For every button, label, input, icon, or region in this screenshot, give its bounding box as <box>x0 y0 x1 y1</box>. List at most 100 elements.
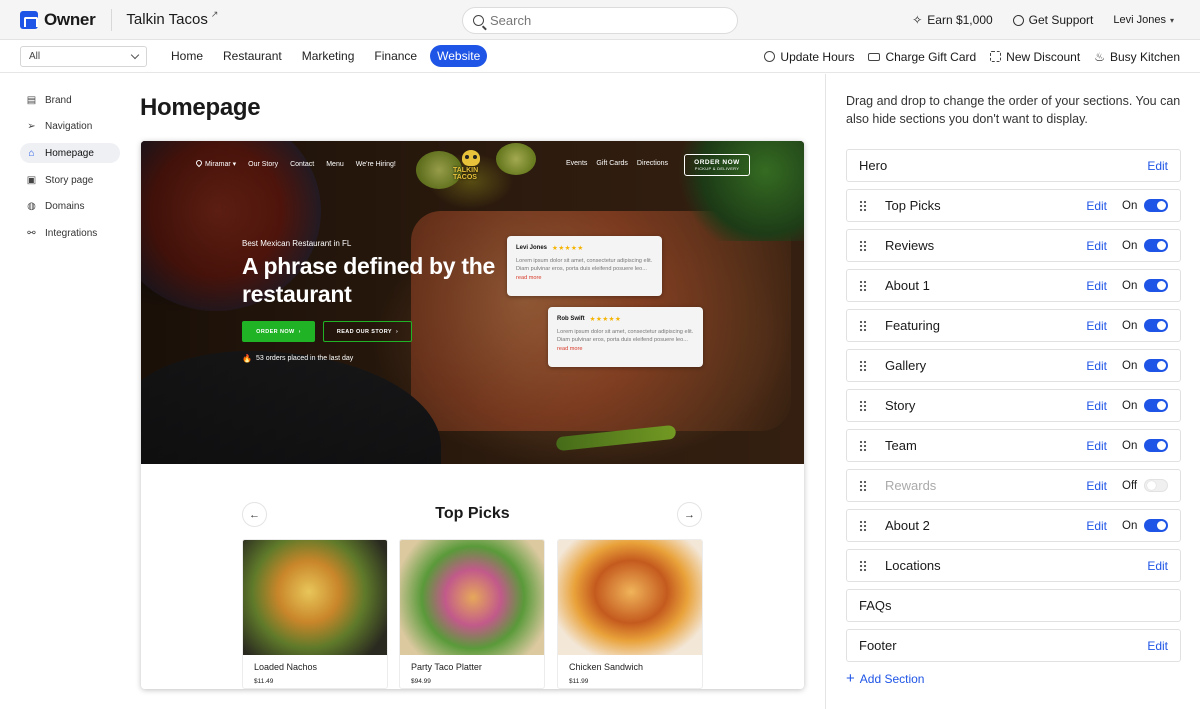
site-nav-directions[interactable]: Directions <box>637 160 668 167</box>
visibility-toggle[interactable] <box>1144 439 1168 452</box>
new-discount-button[interactable]: New Discount <box>990 50 1080 64</box>
edit-link[interactable]: Edit <box>1086 439 1107 453</box>
restaurant-link[interactable]: Talkin Tacos ↗ <box>126 9 218 28</box>
site-nav-contact[interactable]: Contact <box>290 161 314 168</box>
location-select[interactable]: All <box>20 45 147 67</box>
visibility-toggle[interactable] <box>1144 359 1168 372</box>
visibility-toggle[interactable] <box>1144 199 1168 212</box>
visibility-toggle[interactable] <box>1144 279 1168 292</box>
visibility-toggle[interactable] <box>1144 519 1168 532</box>
sidebar-item-integrations[interactable]: ⚯ Integrations <box>20 223 120 243</box>
visibility-toggle[interactable] <box>1144 479 1168 492</box>
drag-handle-icon[interactable] <box>859 279 867 292</box>
pick-card[interactable]: Party Taco Platter $94.99 <box>399 539 545 689</box>
section-name: Reviews <box>885 238 935 253</box>
site-nav-gift-cards[interactable]: Gift Cards <box>596 160 628 167</box>
section-row-featuring[interactable]: Featuring Edit On <box>846 309 1181 342</box>
section-row-rewards[interactable]: Rewards Edit Off <box>846 469 1181 502</box>
site-logo[interactable]: TALKIN TACOS <box>453 147 489 183</box>
section-name: Locations <box>885 558 941 573</box>
site-nav-menu[interactable]: Menu <box>326 161 344 168</box>
section-row-reviews[interactable]: Reviews Edit On <box>846 229 1181 262</box>
busy-kitchen-button[interactable]: ♨ Busy Kitchen <box>1094 50 1180 64</box>
update-hours-button[interactable]: Update Hours <box>764 50 854 64</box>
edit-link[interactable]: Edit <box>1147 639 1168 653</box>
charge-gift-card-button[interactable]: Charge Gift Card <box>868 50 976 64</box>
pick-name: Loaded Nachos <box>254 662 318 672</box>
section-row-gallery[interactable]: Gallery Edit On <box>846 349 1181 382</box>
hero-story-button[interactable]: READ OUR STORY › <box>323 321 412 342</box>
logo-text: Owner <box>44 9 96 29</box>
sidebar-item-navigation[interactable]: ➢ Navigation <box>20 117 120 137</box>
section-row-locations[interactable]: Locations Edit <box>846 549 1181 582</box>
section-name: Gallery <box>885 358 927 373</box>
tab-restaurant[interactable]: Restaurant <box>216 45 289 67</box>
drag-handle-icon[interactable] <box>859 519 867 532</box>
drag-handle-icon[interactable] <box>859 439 867 452</box>
section-row-top-picks[interactable]: Top Picks Edit On <box>846 189 1181 222</box>
section-name: About 2 <box>885 518 930 533</box>
pick-card[interactable]: Chicken Sandwich $11.99 <box>557 539 703 689</box>
pick-card[interactable]: Loaded Nachos $11.49 <box>242 539 388 689</box>
hero-title: A phrase defined by the restaurant <box>242 253 495 307</box>
visibility-toggle[interactable] <box>1144 319 1168 332</box>
site-nav-hiring[interactable]: We're Hiring! <box>356 161 396 168</box>
drag-handle-icon[interactable] <box>859 399 867 412</box>
section-row-about-1[interactable]: About 1 Edit On <box>846 269 1181 302</box>
tab-website[interactable]: Website <box>430 45 488 67</box>
owner-logo[interactable]: Owner <box>20 9 96 30</box>
section-row-team[interactable]: Team Edit On <box>846 429 1181 462</box>
location-select-value: All <box>29 50 41 62</box>
sidebar-item-domains[interactable]: ◍ Domains <box>20 197 120 217</box>
home-icon: ⌂ <box>28 147 35 159</box>
drag-handle-icon[interactable] <box>859 199 867 212</box>
support-link[interactable]: Get Support <box>1012 13 1093 27</box>
drag-handle-icon[interactable] <box>859 479 867 492</box>
edit-link[interactable]: Edit <box>1086 319 1107 333</box>
add-section-button[interactable]: + Add Section <box>846 671 924 686</box>
flame-icon: 🔥 <box>242 354 252 363</box>
edit-link[interactable]: Edit <box>1086 239 1107 253</box>
tab-finance[interactable]: Finance <box>367 45 424 67</box>
site-order-button[interactable]: ORDER NOW PICKUP & DELIVERY <box>684 154 750 176</box>
drag-handle-icon[interactable] <box>859 559 867 572</box>
picks-next-button[interactable]: → <box>677 502 702 527</box>
read-more-link[interactable]: read more <box>516 275 542 281</box>
edit-link[interactable]: Edit <box>1086 279 1107 293</box>
site-location[interactable]: Miramar ▾ <box>194 158 236 168</box>
drag-handle-icon[interactable] <box>859 319 867 332</box>
search-input[interactable] <box>490 13 710 28</box>
search-box[interactable] <box>462 7 738 34</box>
read-more-link[interactable]: read more <box>557 346 583 352</box>
drag-handle-icon[interactable] <box>859 239 867 252</box>
edit-link[interactable]: Edit <box>1086 519 1107 533</box>
site-nav-our-story[interactable]: Our Story <box>248 161 278 168</box>
section-row-story[interactable]: Story Edit On <box>846 389 1181 422</box>
edit-link[interactable]: Edit <box>1086 479 1107 493</box>
sidebar-item-brand[interactable]: ▤ Brand <box>20 90 120 110</box>
edit-link[interactable]: Edit <box>1086 199 1107 213</box>
tab-home[interactable]: Home <box>164 45 210 67</box>
sidebar-item-story-page[interactable]: ▣ Story page <box>20 170 120 190</box>
story-icon: ▣ <box>26 174 37 186</box>
visibility-toggle[interactable] <box>1144 399 1168 412</box>
edit-link[interactable]: Edit <box>1086 359 1107 373</box>
edit-link[interactable]: Edit <box>1147 159 1168 173</box>
tab-marketing[interactable]: Marketing <box>295 45 362 67</box>
section-row-about-2[interactable]: About 2 Edit On <box>846 509 1181 542</box>
drag-handle-icon[interactable] <box>859 359 867 372</box>
edit-link[interactable]: Edit <box>1147 559 1168 573</box>
section-row-footer[interactable]: Footer Edit <box>846 629 1181 662</box>
hero-order-button[interactable]: ORDER NOW › <box>242 321 315 342</box>
website-preview[interactable]: Miramar ▾ Our Story Contact Menu We're H… <box>141 141 804 689</box>
visibility-toggle[interactable] <box>1144 239 1168 252</box>
edit-link[interactable]: Edit <box>1086 399 1107 413</box>
site-nav-events[interactable]: Events <box>566 160 587 167</box>
earn-link[interactable]: ✧ Earn $1,000 <box>912 13 992 27</box>
user-menu[interactable]: Levi Jones ▾ <box>1113 14 1174 26</box>
review-body: Lorem ipsum dolor sit amet, consectetur … <box>516 258 653 281</box>
section-row-faqs[interactable]: FAQs <box>846 589 1181 622</box>
section-row-hero[interactable]: Hero Edit <box>846 149 1181 182</box>
sidebar-item-homepage[interactable]: ⌂ Homepage <box>20 143 120 164</box>
discount-icon <box>990 51 1002 62</box>
